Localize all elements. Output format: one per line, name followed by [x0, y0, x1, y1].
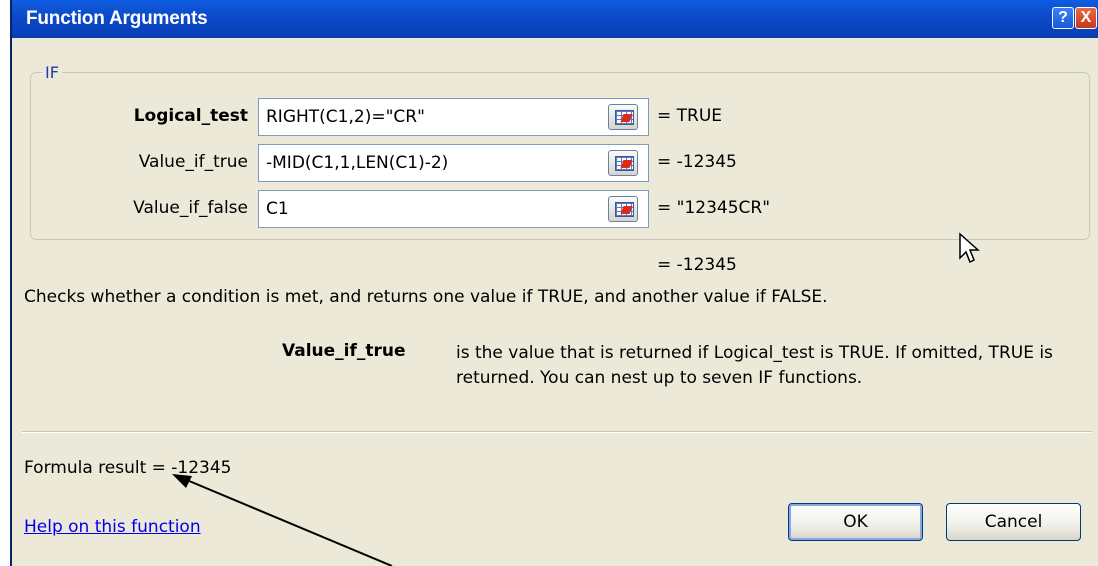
- annotation-arrow-icon: [172, 474, 393, 566]
